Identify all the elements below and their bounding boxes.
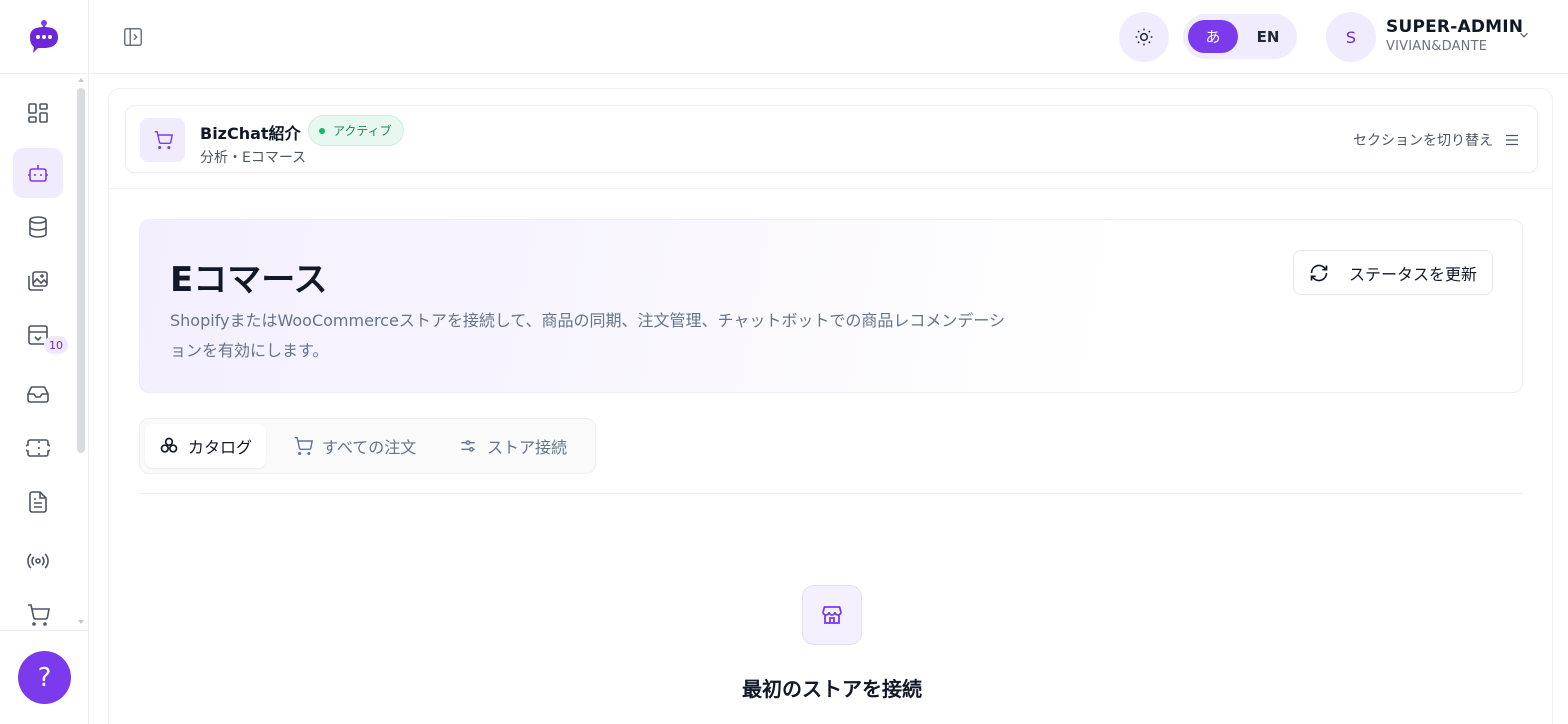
- sidebar-item-database[interactable]: [13, 202, 63, 252]
- tab-bar: カタログ すべての注文 ストア接続: [139, 418, 596, 474]
- language-option-ja[interactable]: あ: [1188, 20, 1238, 53]
- user-organization: VIVIAN&DANTE: [1386, 39, 1488, 54]
- sidebar-item-cart[interactable]: [13, 590, 63, 640]
- sliders-icon: [461, 440, 475, 452]
- inbox-icon: [27, 386, 49, 403]
- divider: [109, 188, 1552, 189]
- switch-section-label: セクションを切り替え: [1353, 133, 1493, 149]
- document-icon: [29, 491, 47, 513]
- cart-icon: [294, 436, 313, 456]
- sidebar-item-inbox[interactable]: [13, 369, 63, 419]
- theme-toggle-button[interactable]: [1119, 12, 1169, 62]
- scroll-up-arrow[interactable]: [78, 78, 84, 82]
- section-header: BizChat紹介 アクティブ 分析・Eコマース セクションを切り替え: [125, 105, 1538, 173]
- sidebar: 10 ?: [0, 0, 89, 724]
- main-content: BizChat紹介 アクティブ 分析・Eコマース セクションを切り替え Eコマー…: [89, 74, 1568, 724]
- sidebar-toggle-icon[interactable]: [122, 26, 144, 48]
- user-name[interactable]: SUPER-ADMIN: [1386, 17, 1523, 37]
- language-switch: あ EN: [1183, 14, 1297, 59]
- sidebar-item-broadcast[interactable]: [13, 536, 63, 586]
- sidebar-scrollbar[interactable]: [77, 88, 85, 453]
- refresh-status-button[interactable]: ステータスを更新: [1292, 250, 1493, 295]
- avatar[interactable]: S: [1326, 12, 1376, 62]
- boxes-icon: [160, 437, 178, 453]
- tickets-count-badge: 10: [44, 336, 68, 354]
- content-card: BizChat紹介 アクティブ 分析・Eコマース セクションを切り替え Eコマー…: [108, 88, 1553, 724]
- page-description: ShopifyまたはWooCommerceストアを接続して、商品の同期、注文管理…: [170, 311, 1006, 360]
- page-title: Eコマース: [170, 260, 328, 300]
- bot-logo-icon[interactable]: [24, 17, 64, 57]
- switch-section-button[interactable]: セクションを切り替え: [1353, 130, 1521, 150]
- store-icon: [822, 606, 842, 624]
- sun-icon: [1135, 28, 1153, 46]
- cart-icon: [154, 130, 173, 150]
- sidebar-item-tickets[interactable]: [13, 423, 63, 473]
- tab-label: ストア接続: [487, 438, 568, 457]
- empty-state-title: 最初のストアを接続: [742, 677, 922, 701]
- bot-icon: [28, 165, 48, 182]
- tab-catalog[interactable]: カタログ: [145, 424, 267, 468]
- section-title: BizChat紹介: [200, 124, 301, 143]
- dashboard-icon: [28, 103, 48, 123]
- divider: [139, 493, 1523, 494]
- tab-label: カタログ: [188, 438, 253, 457]
- refresh-status-label: ステータスを更新: [1348, 264, 1477, 284]
- sidebar-item-bot[interactable]: [13, 148, 63, 198]
- images-icon: [28, 271, 48, 291]
- status-dot-icon: [319, 127, 325, 134]
- cart-icon: [28, 604, 50, 626]
- tab-store-connection[interactable]: ストア接続: [444, 424, 581, 468]
- sidebar-item-dashboard[interactable]: [13, 88, 63, 138]
- ticket-icon: [26, 439, 50, 457]
- refresh-icon: [1310, 264, 1328, 281]
- scroll-down-arrow[interactable]: [78, 620, 84, 624]
- section-icon: [140, 118, 185, 162]
- sidebar-item-documents[interactable]: [13, 477, 63, 527]
- status-badge: アクティブ: [308, 115, 404, 146]
- tab-label: すべての注文: [322, 438, 417, 457]
- sidebar-item-media[interactable]: [13, 256, 63, 306]
- sidebar-divider: [0, 73, 89, 74]
- empty-state-icon: [802, 585, 862, 645]
- status-label: アクティブ: [333, 124, 392, 138]
- broadcast-icon: [27, 553, 49, 569]
- hero-panel: Eコマース ShopifyまたはWooCommerceストアを接続して、商品の同…: [139, 219, 1523, 393]
- tab-all-orders[interactable]: すべての注文: [279, 424, 430, 468]
- top-header: あ EN S SUPER-ADMIN VIVIAN&DANTE: [89, 0, 1568, 74]
- language-option-en[interactable]: EN: [1243, 20, 1293, 53]
- menu-icon: [1506, 134, 1518, 146]
- app: 10 ? あ EN S SUPER-ADMIN VIVIAN&DANTE Biz…: [0, 0, 1568, 724]
- database-icon: [29, 216, 47, 238]
- chevron-down-icon[interactable]: [1517, 28, 1531, 42]
- sidebar-divider: [0, 630, 89, 631]
- help-button[interactable]: ?: [18, 651, 71, 704]
- section-subtitle: 分析・Eコマース: [200, 150, 307, 166]
